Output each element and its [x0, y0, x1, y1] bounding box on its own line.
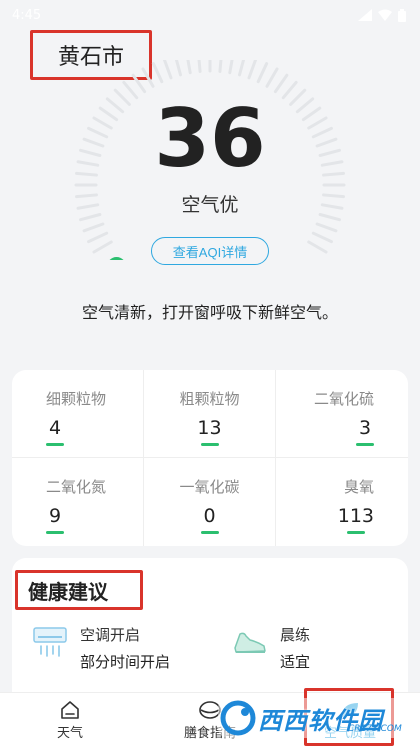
- pollutant-value: 113: [337, 505, 374, 527]
- running-shoe-icon: [234, 632, 266, 653]
- pollutant-no2[interactable]: 二氧化氮 9: [12, 458, 144, 546]
- health-item-value: 适宜: [280, 653, 311, 671]
- gauge-tick: [186, 60, 192, 75]
- health-advice-title: 健康建议: [15, 570, 143, 610]
- status-time: 4:45: [12, 7, 42, 23]
- gauge-tick: [256, 62, 269, 84]
- pollutant-value: 0: [203, 505, 216, 527]
- air-conditioner-icon: [33, 627, 67, 657]
- gauge-tick: [265, 67, 279, 88]
- pollutant-name: 粗颗粒物: [179, 390, 240, 408]
- gauge-tick: [197, 60, 202, 73]
- pollutant-name: 细颗粒物: [46, 390, 107, 408]
- gauge-tick: [307, 240, 328, 254]
- gauge-tick: [151, 62, 164, 84]
- gauge-tick: [228, 60, 234, 75]
- pollutant-so2[interactable]: 二氧化硫 3: [276, 370, 408, 458]
- watermark-subtext: CR173.COM: [348, 724, 402, 734]
- pollutant-co[interactable]: 一氧化碳 0: [144, 458, 276, 546]
- health-item-aircon[interactable]: 空调开启 部分时间开启: [32, 624, 170, 672]
- pollutant-level-bar: [200, 443, 219, 446]
- pollutant-name: 一氧化碳: [179, 478, 240, 496]
- watermark-logo-icon: [220, 700, 256, 736]
- gauge-tick: [238, 60, 246, 77]
- gauge-tick: [82, 222, 105, 233]
- pollutant-pm10[interactable]: 粗颗粒物 13: [144, 370, 276, 458]
- pollutant-value: 13: [197, 417, 222, 439]
- aqi-detail-button[interactable]: 查看AQI详情: [151, 237, 269, 265]
- pollutant-value: 4: [48, 417, 62, 439]
- health-item-name: 空调开启: [80, 626, 141, 644]
- watermark: 西西软件园 CR173.COM: [218, 698, 416, 738]
- air-advice: 空气清新，打开窗呼吸下新鲜空气。: [81, 303, 338, 322]
- pollutant-o3[interactable]: 臭氧 113: [276, 458, 408, 546]
- gauge-knob: [109, 257, 124, 260]
- gauge-tick: [273, 73, 289, 94]
- pollutant-name: 二氧化氮: [46, 478, 107, 496]
- pollutant-pm25[interactable]: 细颗粒物 4: [12, 370, 144, 458]
- tab-weather[interactable]: 天气: [0, 693, 140, 747]
- gauge-tick: [174, 60, 182, 77]
- health-item-value: 部分时间开启: [80, 653, 171, 671]
- pollutant-value: 3: [358, 417, 372, 439]
- health-item-name: 晨练: [280, 626, 311, 644]
- pollutant-level-bar: [356, 443, 374, 446]
- aqi-value: 36: [154, 92, 266, 185]
- battery-icon: [398, 8, 406, 22]
- pollutant-level-bar: [46, 531, 64, 534]
- gauge-tick: [162, 60, 173, 80]
- status-icons: [358, 8, 406, 22]
- gauge-tick: [311, 231, 333, 244]
- gauge-tick: [247, 60, 258, 80]
- aqi-level: 空气优: [181, 194, 239, 216]
- pollutant-name: 二氧化硫: [313, 390, 374, 408]
- gauge-tick: [218, 60, 223, 73]
- status-bar: 4:45: [0, 0, 420, 30]
- gauge-tick: [131, 73, 147, 94]
- gauge-tick: [87, 231, 109, 244]
- pollutant-level-bar: [346, 531, 365, 534]
- pollutant-value: 9: [48, 505, 62, 527]
- gauge-tick: [141, 67, 155, 88]
- pollutant-level-bar: [46, 443, 64, 446]
- wifi-icon: [378, 9, 392, 21]
- gauge-tick: [92, 240, 113, 254]
- gauge-tick: [315, 222, 338, 233]
- pollutant-name: 臭氧: [343, 478, 374, 496]
- tab-label: 天气: [56, 725, 83, 741]
- home-icon: [61, 700, 79, 719]
- health-item-morning-exercise[interactable]: 晨练 适宜: [232, 624, 310, 672]
- pollutant-level-bar: [200, 531, 219, 534]
- signal-icon: [358, 9, 372, 21]
- pollutant-grid: 细颗粒物 4 粗颗粒物 13 二氧化硫 3 二氧化氮 9 一氧化碳 0 臭氧 1…: [12, 370, 408, 546]
